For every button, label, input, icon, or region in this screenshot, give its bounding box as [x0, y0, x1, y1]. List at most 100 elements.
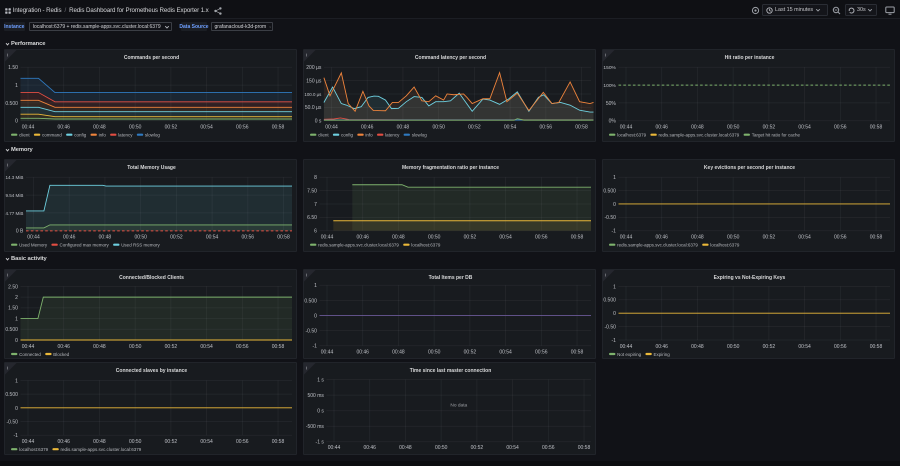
- svg-text:00:58: 00:58: [578, 445, 591, 451]
- svg-text:00:44: 00:44: [22, 439, 35, 445]
- svg-text:1: 1: [613, 284, 616, 290]
- svg-text:00:50: 00:50: [727, 344, 740, 350]
- svg-text:client: client: [318, 133, 329, 138]
- svg-text:0: 0: [15, 119, 18, 125]
- svg-text:latency: latency: [118, 133, 133, 138]
- svg-text:00:48: 00:48: [399, 445, 412, 451]
- svg-text:0.500: 0.500: [603, 298, 616, 304]
- svg-text:0 B: 0 B: [16, 229, 24, 235]
- svg-text:Blocked: Blocked: [53, 352, 70, 357]
- svg-text:00:44: 00:44: [321, 350, 334, 356]
- svg-text:localhost:6379: localhost:6379: [710, 243, 740, 248]
- svg-text:redis.sample-apps.svc.cluster.: redis.sample-apps.svc.cluster.local:6379: [617, 243, 698, 248]
- svg-text:0: 0: [15, 338, 18, 344]
- svg-text:Not expiring: Not expiring: [617, 352, 642, 357]
- svg-text:00:44: 00:44: [325, 125, 338, 131]
- svg-text:00:44: 00:44: [620, 344, 633, 350]
- svg-text:00:48: 00:48: [93, 344, 106, 350]
- svg-text:redis.sample-apps.svc.cluster.: redis.sample-apps.svc.cluster.local:6379: [318, 243, 399, 248]
- svg-text:150 µs: 150 µs: [306, 79, 322, 85]
- svg-text:localhost:6379: localhost:6379: [19, 447, 49, 452]
- svg-text:00:48: 00:48: [99, 235, 112, 241]
- svg-text:1: 1: [15, 378, 18, 384]
- svg-text:0: 0: [613, 202, 616, 208]
- svg-text:i: i: [306, 366, 307, 372]
- svg-text:00:44: 00:44: [328, 445, 341, 451]
- svg-text:i: i: [306, 273, 307, 279]
- svg-text:00:48: 00:48: [397, 125, 410, 131]
- svg-text:00:48: 00:48: [93, 439, 106, 445]
- svg-text:0 s: 0 s: [317, 409, 324, 415]
- svg-text:00:46: 00:46: [361, 125, 374, 131]
- svg-text:-1 s: -1 s: [316, 440, 325, 446]
- svg-text:00:50: 00:50: [428, 350, 441, 356]
- svg-text:redis.sample-apps.svc.cluster.: redis.sample-apps.svc.cluster.local:6379: [659, 133, 740, 138]
- svg-text:Memory fragmentation ratio per: Memory fragmentation ratio per instance: [402, 165, 499, 171]
- svg-text:00:46: 00:46: [655, 235, 668, 241]
- svg-text:Hit ratio per instance: Hit ratio per instance: [725, 55, 775, 61]
- svg-text:00:52: 00:52: [464, 350, 477, 356]
- svg-text:00:56: 00:56: [242, 235, 255, 241]
- svg-text:i: i: [7, 163, 8, 169]
- svg-text:client: client: [19, 133, 30, 138]
- svg-text:Command latency per second: Command latency per second: [415, 55, 486, 61]
- svg-text:00:50: 00:50: [129, 344, 142, 350]
- svg-text:Configured max memory: Configured max memory: [60, 243, 110, 248]
- svg-text:0.500: 0.500: [603, 189, 616, 195]
- svg-text:00:56: 00:56: [535, 235, 548, 241]
- svg-text:config: config: [74, 133, 87, 138]
- svg-text:Expiring: Expiring: [654, 352, 671, 357]
- svg-text:00:56: 00:56: [236, 439, 249, 445]
- svg-text:00:58: 00:58: [870, 344, 883, 350]
- svg-text:-0.50: -0.50: [6, 419, 18, 425]
- svg-text:1: 1: [15, 317, 18, 323]
- svg-text:Expiring vs Not-Expiring Keys: Expiring vs Not-Expiring Keys: [714, 275, 786, 281]
- svg-text:00:46: 00:46: [356, 350, 369, 356]
- svg-text:Used Memory: Used Memory: [19, 243, 48, 248]
- svg-text:50.0 µs: 50.0 µs: [305, 105, 322, 111]
- svg-text:00:46: 00:46: [655, 344, 668, 350]
- svg-text:00:44: 00:44: [620, 125, 633, 131]
- svg-text:00:50: 00:50: [727, 125, 740, 131]
- svg-text:1: 1: [613, 175, 616, 181]
- svg-text:00:44: 00:44: [22, 344, 35, 350]
- svg-text:00:52: 00:52: [464, 235, 477, 241]
- svg-text:00:48: 00:48: [392, 350, 405, 356]
- svg-text:00:50: 00:50: [129, 125, 142, 131]
- svg-text:0.500: 0.500: [5, 327, 18, 333]
- svg-text:0.500: 0.500: [5, 101, 18, 107]
- svg-text:100.0 µs: 100.0 µs: [304, 92, 322, 97]
- svg-text:00:56: 00:56: [236, 125, 249, 131]
- svg-text:7.50: 7.50: [307, 189, 317, 195]
- svg-text:00:50: 00:50: [428, 235, 441, 241]
- svg-text:-0.50: -0.50: [604, 325, 616, 331]
- svg-text:localhost:6379: localhost:6379: [411, 243, 441, 248]
- svg-text:00:52: 00:52: [468, 125, 481, 131]
- svg-text:100%: 100%: [603, 83, 616, 89]
- svg-text:00:48: 00:48: [93, 125, 106, 131]
- svg-text:00:56: 00:56: [535, 350, 548, 356]
- svg-text:00:58: 00:58: [272, 344, 285, 350]
- svg-text:i: i: [7, 53, 8, 59]
- svg-text:i: i: [605, 273, 606, 279]
- svg-text:info: info: [99, 133, 107, 138]
- svg-text:command: command: [42, 133, 62, 138]
- svg-text:00:58: 00:58: [571, 350, 584, 356]
- svg-text:-1: -1: [611, 229, 616, 235]
- svg-text:00:54: 00:54: [200, 439, 213, 445]
- svg-text:00:54: 00:54: [206, 235, 219, 241]
- svg-text:00:44: 00:44: [22, 125, 35, 131]
- svg-text:00:54: 00:54: [504, 125, 517, 131]
- svg-text:-0.50: -0.50: [305, 329, 317, 335]
- svg-text:2.50: 2.50: [8, 284, 18, 290]
- svg-text:00:50: 00:50: [134, 235, 147, 241]
- svg-text:Connected/Blocked Clients: Connected/Blocked Clients: [119, 275, 184, 281]
- svg-text:00:50: 00:50: [129, 439, 142, 445]
- svg-text:0: 0: [314, 313, 317, 319]
- svg-text:1: 1: [314, 283, 317, 289]
- svg-text:00:48: 00:48: [691, 125, 704, 131]
- svg-text:00:52: 00:52: [763, 344, 776, 350]
- svg-text:-1: -1: [611, 338, 616, 344]
- svg-text:00:44: 00:44: [27, 235, 40, 241]
- svg-text:1.50: 1.50: [8, 306, 18, 312]
